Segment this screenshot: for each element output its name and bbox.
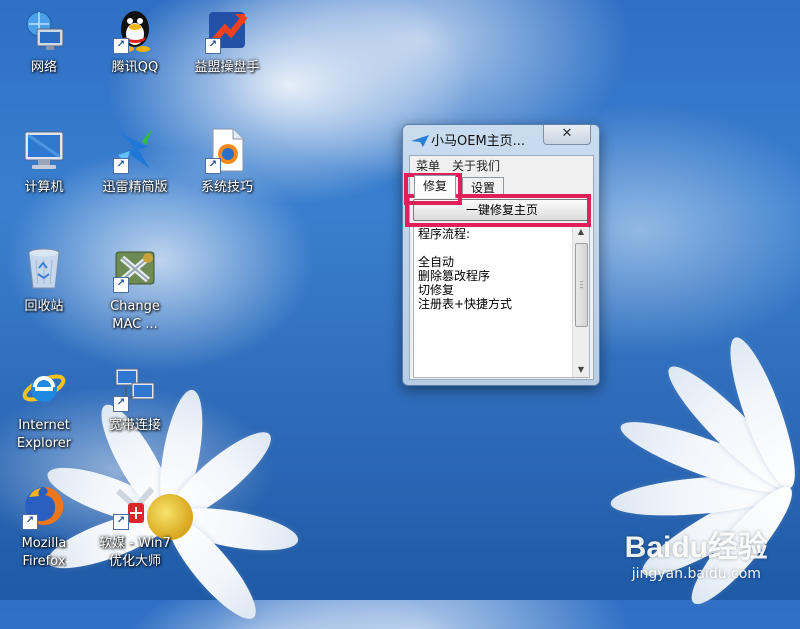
firefox-document-icon: ↗ [203,126,251,174]
desktop-icon-change-mac[interactable]: ↗ Change MAC ... [93,245,177,334]
stock-app-icon: ↗ [203,6,251,54]
desktop-icon-label: 益盟操盘手 [194,60,260,75]
menu-item-about[interactable]: 关于我们 [452,157,500,174]
shortcut-arrow-icon: ↗ [113,514,129,530]
oem-homepage-window[interactable]: 小马OEM主页... ✕ 菜单 关于我们 修复 设置 一键修复主页 程序流程: … [402,124,600,386]
change-mac-icon: ↗ [111,245,159,293]
shortcut-arrow-icon: ↗ [22,514,38,530]
desktop-icon-label: 软媒 - Win7 优化大师 [99,536,171,569]
win7-optimizer-icon: ↗ [111,482,159,530]
shortcut-arrow-icon: ↗ [113,277,129,293]
thunder-icon: ↗ [111,126,159,174]
watermark-logo: Baidu经验 [624,531,768,564]
shortcut-arrow-icon: ↗ [113,158,129,174]
desktop-icon-label: 系统技巧 [200,180,253,195]
desktop-icon-computer[interactable]: 计算机 [2,126,86,197]
desktop-icon-internet-explorer[interactable]: Internet Explorer [2,364,86,453]
close-button[interactable]: ✕ [543,125,591,145]
one-click-repair-button[interactable]: 一键修复主页 [413,199,591,221]
desktop-icon-broadband[interactable]: ↗ 宽带连接 [93,364,177,435]
desktop-icon-stock-app[interactable]: ↗ 益盟操盘手 [185,6,269,77]
menu-item-menu[interactable]: 菜单 [416,157,440,174]
window-title: 小马OEM主页... [431,134,526,149]
desktop-icon-recycle-bin[interactable]: 回收站 [2,245,86,316]
scroll-up-arrow-icon[interactable]: ▲ [573,225,589,239]
vertical-scrollbar[interactable]: ▲ – – – ▼ [572,225,589,377]
desktop-icon-label: 腾讯QQ [111,60,159,75]
shortcut-arrow-icon: ↗ [113,38,129,54]
scroll-thumb[interactable]: – – – [575,243,588,327]
scroll-down-arrow-icon[interactable]: ▼ [573,363,589,377]
desktop-icon-thunder[interactable]: ↗ 迅雷精简版 [93,126,177,197]
qq-penguin-icon: ↗ [111,6,159,54]
desktop-icon-firefox[interactable]: ↗ Mozilla Firefox [2,482,86,571]
network-icon [20,6,68,54]
broadband-icon: ↗ [111,364,159,412]
watermark-url: jingyan.baidu.com [631,566,761,582]
tab-settings[interactable]: 设置 [462,177,505,198]
tab-repair[interactable]: 修复 [414,175,457,198]
desktop-icon-label: Internet Explorer [16,418,72,451]
desktop-icon-network[interactable]: 网络 [2,6,86,77]
desktop-icon-system-tips[interactable]: ↗ 系统技巧 [185,126,269,197]
window-client-area: 菜单 关于我们 修复 设置 一键修复主页 程序流程: 全自动 删除篡改程序 切修… [409,155,594,380]
menu-bar: 菜单 关于我们 [410,156,593,174]
desktop-icon-qq[interactable]: ↗ 腾讯QQ [93,6,177,77]
shortcut-arrow-icon: ↗ [205,158,221,174]
desktop-icon-label: 宽带连接 [108,418,161,433]
desktop-icon-label: 计算机 [24,180,64,195]
recycle-bin-icon [20,245,68,293]
desktop-icon-label: 迅雷精简版 [102,180,168,195]
desktop-icon-label: 回收站 [24,299,64,314]
process-log-textarea[interactable]: 程序流程: 全自动 删除篡改程序 切修复 注册表+快捷方式 ▲ – – – ▼ [413,224,590,378]
internet-explorer-icon [20,364,68,412]
desktop-icon-label: Change MAC ... [110,299,160,332]
computer-icon [20,126,68,174]
desktop-icon-win7-optimizer[interactable]: ↗ 软媒 - Win7 优化大师 [93,482,177,571]
firefox-icon: ↗ [20,482,68,530]
tab-strip: 修复 设置 [410,174,593,198]
baidu-jingyan-watermark: Baidu经验 jingyan.baidu.com [625,522,768,582]
window-titlebar[interactable]: 小马OEM主页... ✕ [403,125,599,151]
shortcut-arrow-icon: ↗ [113,396,129,412]
process-log-text: 程序流程: 全自动 删除篡改程序 切修复 注册表+快捷方式 [418,227,513,311]
desktop-icon-label: Mozilla Firefox [21,536,67,569]
app-logo-icon [411,132,429,151]
scroll-grip-icon: – – – [579,277,584,292]
shortcut-arrow-icon: ↗ [205,38,221,54]
desktop-icon-label: 网络 [30,60,57,75]
